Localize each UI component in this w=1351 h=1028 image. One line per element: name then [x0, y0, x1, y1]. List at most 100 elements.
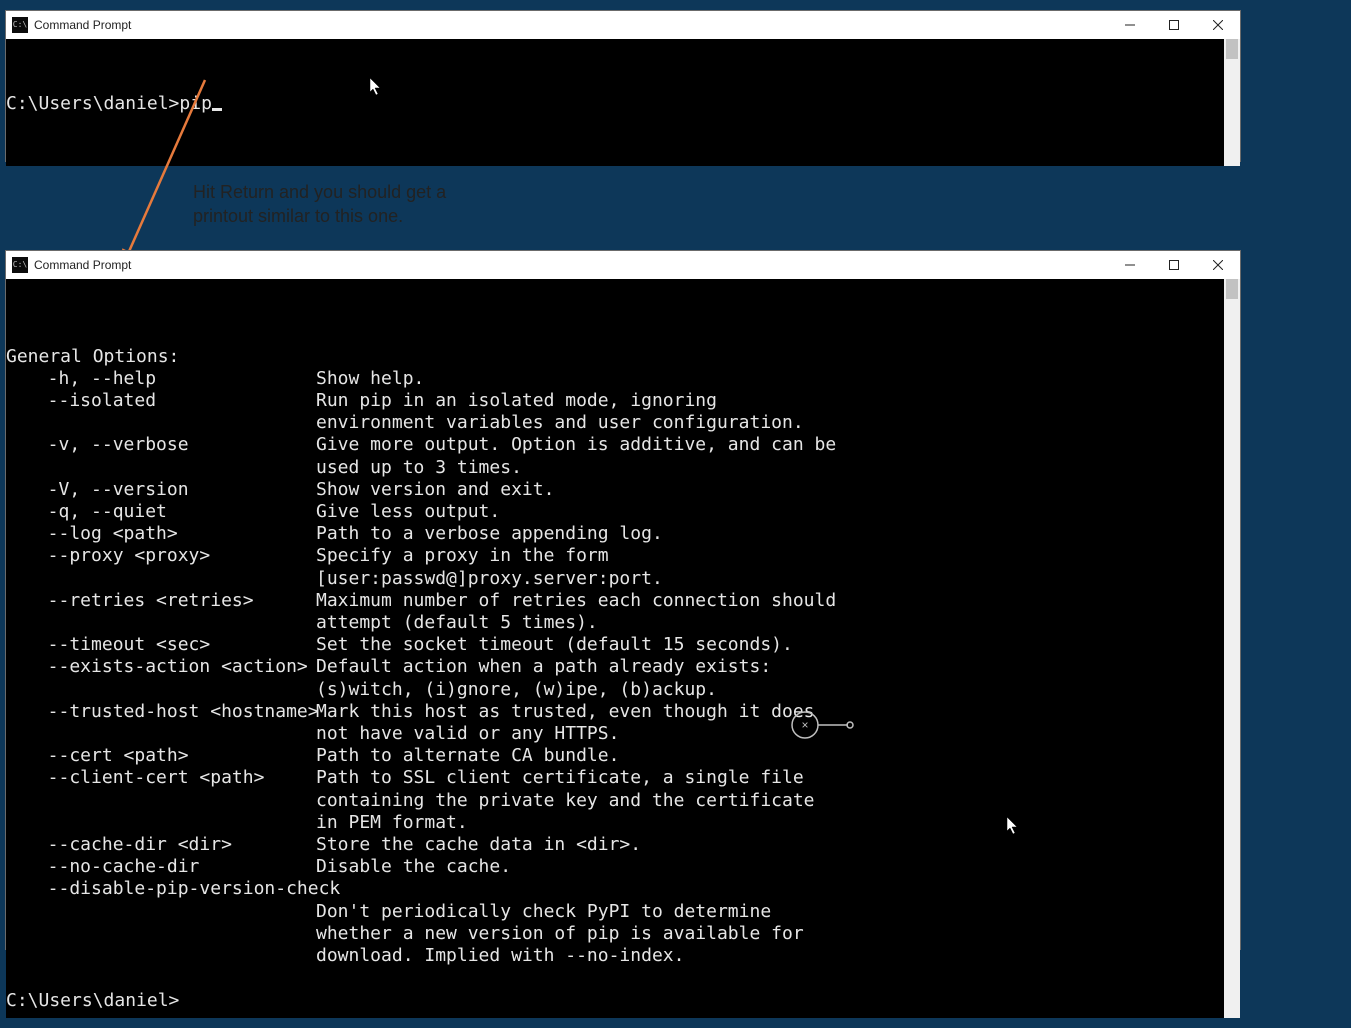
option-flag: --cache-dir <dir>: [6, 834, 316, 856]
option-description: whether a new version of pip is availabl…: [316, 923, 1224, 945]
maximize-icon: [1169, 20, 1179, 30]
option-flag: --exists-action <action>: [6, 656, 316, 678]
blank-line: [6, 967, 1224, 989]
option-row: [user:passwd@]proxy.server:port.: [6, 568, 1224, 590]
option-flag: --client-cert <path>: [6, 767, 316, 789]
option-flag: -V, --version: [6, 479, 316, 501]
option-row: attempt (default 5 times).: [6, 612, 1224, 634]
titlebar[interactable]: C:\ Command Prompt: [6, 251, 1240, 279]
option-row: download. Implied with --no-index.: [6, 945, 1224, 967]
option-description: Give less output.: [316, 501, 1224, 523]
scrollbar-thumb[interactable]: [1226, 39, 1238, 59]
terminal-output-top[interactable]: C:\Users\daniel>pip: [6, 39, 1224, 166]
option-description: Mark this host as trusted, even though i…: [316, 701, 1224, 723]
option-flag: -v, --verbose: [6, 434, 316, 456]
option-description: Maximum number of retries each connectio…: [316, 590, 1224, 612]
option-description: Give more output. Option is additive, an…: [316, 434, 1224, 456]
option-flag: -q, --quiet: [6, 501, 316, 523]
close-button[interactable]: [1196, 11, 1240, 39]
minimize-icon: [1125, 20, 1135, 30]
option-row: in PEM format.: [6, 812, 1224, 834]
option-row: containing the private key and the certi…: [6, 790, 1224, 812]
option-row: --proxy <proxy>Specify a proxy in the fo…: [6, 545, 1224, 567]
option-row: --no-cache-dirDisable the cache.: [6, 856, 1224, 878]
option-description: Default action when a path already exist…: [316, 656, 1224, 678]
option-flag: --disable-pip-version-check: [6, 878, 316, 900]
terminal-output-bottom[interactable]: General Options: -h, --helpShow help. --…: [6, 279, 1224, 1018]
cmd-icon: C:\: [12, 257, 28, 273]
option-row: (s)witch, (i)gnore, (w)ipe, (b)ackup.: [6, 679, 1224, 701]
minimize-button[interactable]: [1108, 251, 1152, 279]
close-icon: [1213, 20, 1223, 30]
minimize-icon: [1125, 260, 1135, 270]
option-description: Set the socket timeout (default 15 secon…: [316, 634, 1224, 656]
option-flag: [6, 723, 316, 745]
option-flag: --timeout <sec>: [6, 634, 316, 656]
option-description: Store the cache data in <dir>.: [316, 834, 1224, 856]
minimize-button[interactable]: [1108, 11, 1152, 39]
maximize-icon: [1169, 260, 1179, 270]
option-row: -v, --verboseGive more output. Option is…: [6, 434, 1224, 456]
option-row: environment variables and user configura…: [6, 412, 1224, 434]
option-row: --exists-action <action>Default action w…: [6, 656, 1224, 678]
option-description: environment variables and user configura…: [316, 412, 1224, 434]
option-row: --client-cert <path>Path to SSL client c…: [6, 767, 1224, 789]
option-flag: --isolated: [6, 390, 316, 412]
annotation-text: Hit Return and you should get a printout…: [193, 180, 446, 228]
option-row: -V, --versionShow version and exit.: [6, 479, 1224, 501]
window-title: Command Prompt: [34, 18, 131, 32]
option-description: [user:passwd@]proxy.server:port.: [316, 568, 1224, 590]
option-flag: [6, 457, 316, 479]
option-description: Run pip in an isolated mode, ignoring: [316, 390, 1224, 412]
maximize-button[interactable]: [1152, 251, 1196, 279]
option-row: --isolatedRun pip in an isolated mode, i…: [6, 390, 1224, 412]
option-description: Disable the cache.: [316, 856, 1224, 878]
scrollbar-thumb[interactable]: [1226, 279, 1238, 299]
option-flag: --retries <retries>: [6, 590, 316, 612]
command-prompt-window-input: C:\ Command Prompt C:\Users\daniel>pip: [5, 10, 1241, 162]
close-icon: [1213, 260, 1223, 270]
option-description: in PEM format.: [316, 812, 1224, 834]
option-row: --retries <retries>Maximum number of ret…: [6, 590, 1224, 612]
option-flag: --log <path>: [6, 523, 316, 545]
option-description: not have valid or any HTTPS.: [316, 723, 1224, 745]
titlebar[interactable]: C:\ Command Prompt: [6, 11, 1240, 39]
option-description: Specify a proxy in the form: [316, 545, 1224, 567]
option-row: --trusted-host <hostname>Mark this host …: [6, 701, 1224, 723]
option-row: --timeout <sec>Set the socket timeout (d…: [6, 634, 1224, 656]
option-flag: [6, 679, 316, 701]
window-title: Command Prompt: [34, 258, 131, 272]
option-description: (s)witch, (i)gnore, (w)ipe, (b)ackup.: [316, 679, 1224, 701]
option-description: Path to a verbose appending log.: [316, 523, 1224, 545]
option-row: whether a new version of pip is availabl…: [6, 923, 1224, 945]
option-flag: [6, 790, 316, 812]
option-flag: --trusted-host <hostname>: [6, 701, 316, 723]
typed-command: pip: [179, 93, 212, 114]
option-flag: [6, 612, 316, 634]
prompt-text: C:\Users\daniel>: [6, 990, 1224, 1012]
option-description: containing the private key and the certi…: [316, 790, 1224, 812]
option-description: Don't periodically check PyPI to determi…: [316, 901, 1224, 923]
option-description: download. Implied with --no-index.: [316, 945, 1224, 967]
maximize-button[interactable]: [1152, 11, 1196, 39]
option-description: Show help.: [316, 368, 1224, 390]
option-flag: [6, 945, 316, 967]
close-button[interactable]: [1196, 251, 1240, 279]
annotation-line: printout similar to this one.: [193, 204, 446, 228]
option-row: --log <path>Path to a verbose appending …: [6, 523, 1224, 545]
scrollbar[interactable]: [1224, 39, 1240, 166]
option-description: Show version and exit.: [316, 479, 1224, 501]
scrollbar[interactable]: [1224, 279, 1240, 1018]
option-row: --cert <path>Path to alternate CA bundle…: [6, 745, 1224, 767]
option-flag: -h, --help: [6, 368, 316, 390]
text-cursor: [212, 108, 222, 111]
option-flag: [6, 901, 316, 923]
command-prompt-window-output: C:\ Command Prompt General Options: -h, …: [5, 250, 1241, 950]
option-description: used up to 3 times.: [316, 457, 1224, 479]
option-row: not have valid or any HTTPS.: [6, 723, 1224, 745]
option-flag: [6, 412, 316, 434]
option-flag: [6, 568, 316, 590]
option-description: [316, 878, 1224, 900]
option-row: used up to 3 times.: [6, 457, 1224, 479]
option-description: Path to SSL client certificate, a single…: [316, 767, 1224, 789]
